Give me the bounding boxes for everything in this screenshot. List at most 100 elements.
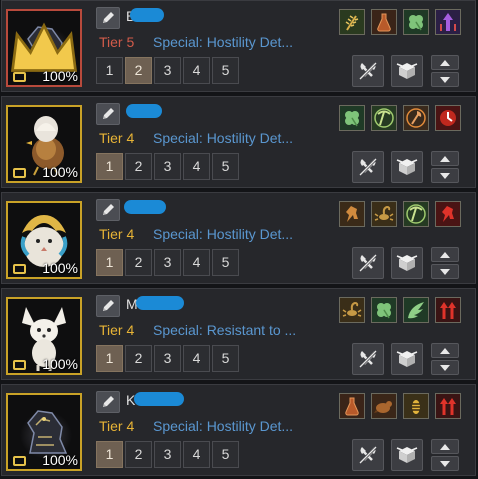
rename-button[interactable] [96,7,120,29]
wing-skill-icon[interactable] [403,297,429,323]
rename-button[interactable] [96,295,120,317]
pet-portrait[interactable]: 100% [6,9,82,87]
pet-row[interactable]: 100% Tier 4 Special: Hostility Det... 12… [1,96,476,191]
pencil-icon [103,12,114,23]
axe-skill-icon[interactable] [403,105,429,131]
name-redaction [126,104,162,118]
move-down-button[interactable] [431,360,459,375]
trade-button[interactable] [352,151,384,183]
exchange-button[interactable] [391,247,423,279]
move-down-button[interactable] [431,168,459,183]
red-arrow-skill-icon[interactable] [435,393,461,419]
slot-button-2[interactable]: 2 [125,153,152,180]
hunger-percent: 100% [42,356,78,372]
slot-button-5[interactable]: 5 [212,345,239,372]
move-up-button[interactable] [431,343,459,358]
slot-button-3[interactable]: 3 [154,441,181,468]
exchange-button[interactable] [391,55,423,87]
pet-special: Special: Hostility Det... [153,418,294,434]
pet-portrait[interactable]: 100% [6,105,82,183]
chevron-up-icon [440,155,450,162]
pet-tier: Tier 4 [99,418,135,434]
potion-skill-icon[interactable] [339,393,365,419]
move-down-button[interactable] [431,72,459,87]
no-trade-icon [358,349,378,369]
no-trade-icon [358,445,378,465]
slot-button-4[interactable]: 4 [183,249,210,276]
box-icon [396,63,418,79]
slot-button-5[interactable]: 5 [212,249,239,276]
move-up-button[interactable] [431,55,459,70]
pet-portrait[interactable]: 100% [6,393,82,471]
pet-portrait[interactable]: 100% [6,201,82,279]
chevron-down-icon [440,172,450,179]
pickaxe-skill-icon[interactable] [371,105,397,131]
slot-button-1[interactable]: 1 [96,441,123,468]
trade-button[interactable] [352,439,384,471]
pet-special: Special: Hostility Det... [153,226,294,242]
red-circle-skill-icon[interactable] [435,105,461,131]
box-icon [396,351,418,367]
slot-button-1[interactable]: 1 [96,249,123,276]
slot-button-1[interactable]: 1 [96,57,123,84]
slot-button-4[interactable]: 4 [183,153,210,180]
scorpion-skill-icon[interactable] [371,201,397,227]
slot-button-3[interactable]: 3 [154,345,181,372]
trade-button[interactable] [352,55,384,87]
clover-skill-icon[interactable] [371,297,397,323]
exchange-button[interactable] [391,343,423,375]
slot-button-1[interactable]: 1 [96,345,123,372]
slot-button-4[interactable]: 4 [183,57,210,84]
slot-button-5[interactable]: 5 [212,441,239,468]
trade-button[interactable] [352,247,384,279]
wheat-skill-icon[interactable] [339,9,365,35]
name-redaction [130,8,164,22]
pickaxe-skill-icon[interactable] [403,201,429,227]
slot-button-2[interactable]: 2 [125,441,152,468]
move-up-button[interactable] [431,151,459,166]
pet-portrait[interactable]: 100% [6,297,82,375]
slot-button-2[interactable]: 2 [125,345,152,372]
purple-arrow-skill-icon[interactable] [435,9,461,35]
bee-skill-icon[interactable] [403,393,429,419]
slot-button-5[interactable]: 5 [212,57,239,84]
pencil-icon [103,300,114,311]
slot-button-3[interactable]: 3 [154,249,181,276]
slot-button-3[interactable]: 3 [154,153,181,180]
rename-button[interactable] [96,103,120,125]
move-down-button[interactable] [431,456,459,471]
clover-skill-icon[interactable] [403,9,429,35]
scorpion-skill-icon[interactable] [339,297,365,323]
red-horse-skill-icon[interactable] [435,201,461,227]
rename-button[interactable] [96,391,120,413]
potion-skill-icon[interactable] [371,9,397,35]
move-up-button[interactable] [431,247,459,262]
chevron-down-icon [440,364,450,371]
slot-selector: 12345 [96,441,239,468]
pet-row[interactable]: 100% K Tier 4 Special: Hostility Det... … [1,384,476,479]
pet-row[interactable]: 100% B Tier 5 Special: Hostility Det... … [1,0,476,95]
slot-button-2[interactable]: 2 [125,249,152,276]
no-trade-icon [358,61,378,81]
slot-button-3[interactable]: 3 [154,57,181,84]
clover-skill-icon[interactable] [339,105,365,131]
trade-button[interactable] [352,343,384,375]
exchange-button[interactable] [391,439,423,471]
horse-skill-icon[interactable] [339,201,365,227]
beaver-skill-icon[interactable] [371,393,397,419]
slot-button-4[interactable]: 4 [183,345,210,372]
name-redaction [124,200,166,214]
exchange-button[interactable] [391,151,423,183]
red-arrow-skill-icon[interactable] [435,297,461,323]
pet-row[interactable]: 100% Tier 4 Special: Hostility Det... 12… [1,192,476,287]
slot-button-5[interactable]: 5 [212,153,239,180]
pet-row[interactable]: 100% M Tier 4 Special: Resistant to ... … [1,288,476,383]
slot-button-2[interactable]: 2 [125,57,152,84]
slot-button-4[interactable]: 4 [183,441,210,468]
move-up-button[interactable] [431,439,459,454]
rename-button[interactable] [96,199,120,221]
pet-tier: Tier 5 [99,34,135,50]
slot-button-1[interactable]: 1 [96,153,123,180]
no-trade-icon [358,157,378,177]
move-down-button[interactable] [431,264,459,279]
